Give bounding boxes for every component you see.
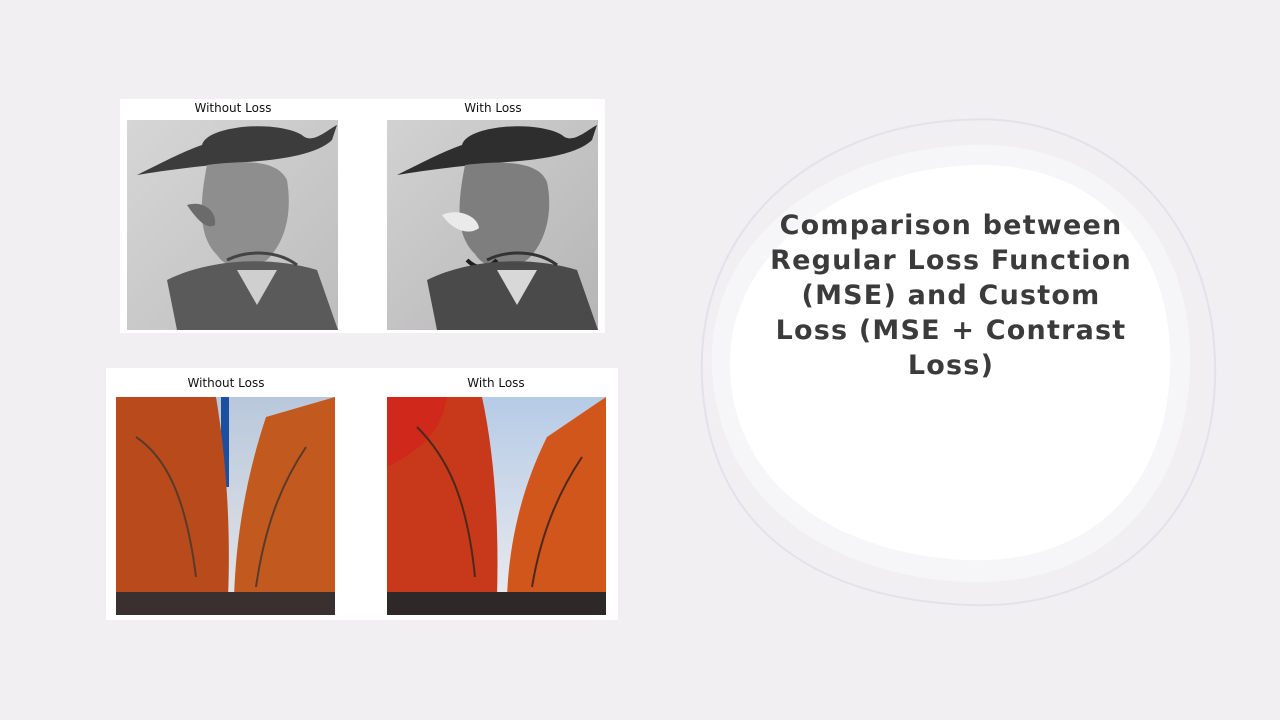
caption-with-loss: With Loss (467, 376, 525, 390)
portrait-image-without-loss (127, 120, 338, 330)
slide-title: Comparison between Regular Loss Function… (770, 210, 1132, 381)
portrait-image-with-loss (387, 120, 598, 330)
caption-with-loss: With Loss (464, 101, 522, 115)
autumn-image-without-loss (116, 397, 335, 615)
caption-without-loss: Without Loss (194, 101, 272, 115)
comparison-panel-portrait: Without Loss With Loss (120, 99, 605, 333)
comparison-panel-autumn: Without Loss With Loss (106, 368, 618, 620)
autumn-image-with-loss (387, 397, 606, 615)
caption-without-loss: Without Loss (187, 376, 265, 390)
